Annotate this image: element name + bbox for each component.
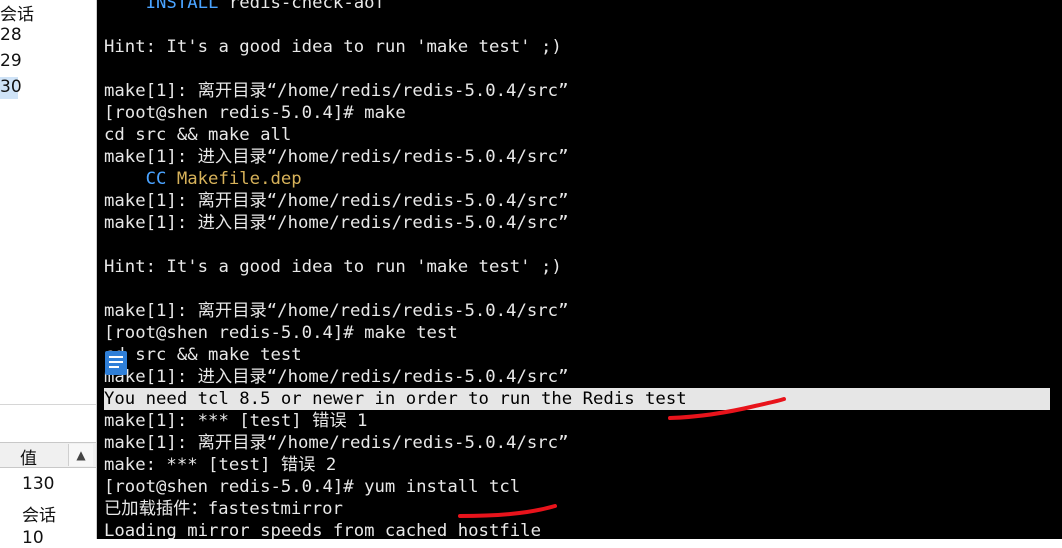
terminal-line: make[1]: 离开目录“/home/redis/redis-5.0.4/sr… (104, 191, 569, 211)
terminal-output[interactable]: INSTALL redis-check-aof Hint: It's a goo… (97, 0, 1062, 539)
cc-keyword: CC (145, 169, 167, 189)
terminal-line: make[1]: 进入目录“/home/redis/redis-5.0.4/sr… (104, 367, 569, 387)
terminal-line: INSTALL redis-check-aof (104, 0, 385, 14)
terminal-line: cd src && make test (104, 345, 302, 365)
scroll-up-icon[interactable]: ▲ (68, 444, 93, 466)
terminal-line: make[1]: 离开目录“/home/redis/redis-5.0.4/sr… (104, 81, 569, 101)
install-keyword: INSTALL (145, 0, 219, 13)
terminal-line: Hint: It's a good idea to run 'make test… (104, 37, 562, 57)
terminal-line: make[1]: 离开目录“/home/redis/redis-5.0.4/sr… (104, 433, 569, 453)
terminal-line: Loading mirror speeds from cached hostfi… (104, 521, 541, 539)
sidebar-item[interactable]: 28 (0, 25, 22, 45)
terminal-line: make[1]: 离开目录“/home/redis/redis-5.0.4/sr… (104, 301, 569, 321)
terminal-line-highlighted: You need tcl 8.5 or newer in order to ru… (104, 389, 687, 409)
terminal-line: make[1]: 进入目录“/home/redis/redis-5.0.4/sr… (104, 213, 569, 233)
value-column-header[interactable]: 值 (20, 444, 37, 469)
property-value[interactable]: 会话 (22, 501, 56, 526)
session-sidebar: 会话 28 29 30 值 ▲ 130 会话 10 (0, 0, 97, 548)
property-grid: 值 ▲ 130 会话 10 (0, 442, 96, 548)
terminal-line: 已加载插件：fastestmirror (104, 499, 343, 519)
document-icon[interactable] (104, 350, 128, 376)
terminal-line: make[1]: 进入目录“/home/redis/redis-5.0.4/sr… (104, 147, 569, 167)
terminal-line: Hint: It's a good idea to run 'make test… (104, 257, 562, 277)
terminal-line: make[1]: *** [test] 错误 1 (104, 411, 368, 431)
property-value[interactable]: 130 (22, 474, 54, 494)
filename: Makefile.dep (176, 169, 302, 189)
terminal-line: cd src && make all (104, 125, 292, 145)
sidebar-item[interactable]: 会话 (0, 0, 34, 25)
sidebar-item[interactable]: 30 (0, 77, 22, 97)
terminal-line: [root@shen redis-5.0.4]# make (104, 103, 406, 123)
sidebar-item[interactable]: 29 (0, 51, 22, 71)
terminal-line: [root@shen redis-5.0.4]# yum install tcl (104, 477, 521, 497)
property-value[interactable]: 10 (22, 528, 44, 548)
terminal-line: [root@shen redis-5.0.4]# make test (104, 323, 458, 343)
terminal-line: CC Makefile.dep (104, 168, 302, 190)
property-grid-header: 值 ▲ (0, 442, 96, 469)
sidebar-divider (0, 404, 96, 405)
terminal-line: make: *** [test] 错误 2 (104, 455, 337, 475)
